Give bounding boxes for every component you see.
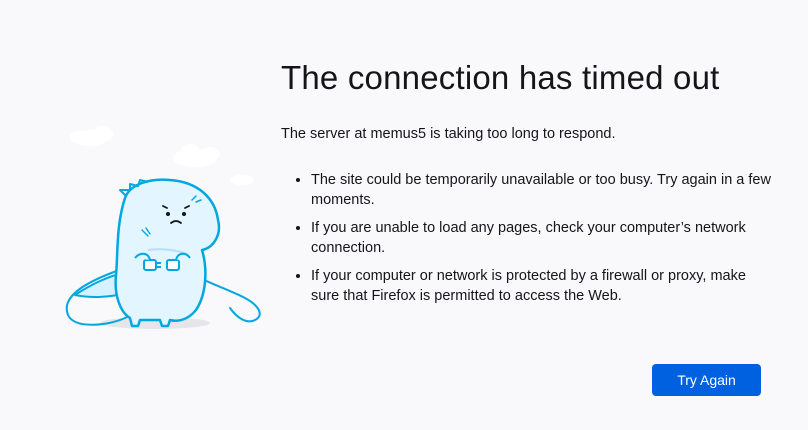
page-title: The connection has timed out xyxy=(281,59,720,96)
reason-list: The site could be temporarily unavailabl… xyxy=(281,170,771,306)
socket-icon xyxy=(166,259,180,271)
dino-unplugged-cable-icon xyxy=(65,126,261,329)
try-again-button[interactable]: Try Again xyxy=(652,364,761,396)
cloud-icon xyxy=(173,144,220,167)
cloud-icon xyxy=(230,175,254,185)
cloud-icon xyxy=(70,126,113,146)
list-item: If you are unable to load any pages, che… xyxy=(311,218,771,258)
list-item: The site could be temporarily unavailabl… xyxy=(311,170,771,210)
illustration xyxy=(30,120,270,340)
error-content: The connection has timed out The server … xyxy=(281,58,771,314)
list-item: If your computer or network is protected… xyxy=(311,266,771,306)
error-summary: The server at memus5 is taking too long … xyxy=(281,125,616,142)
